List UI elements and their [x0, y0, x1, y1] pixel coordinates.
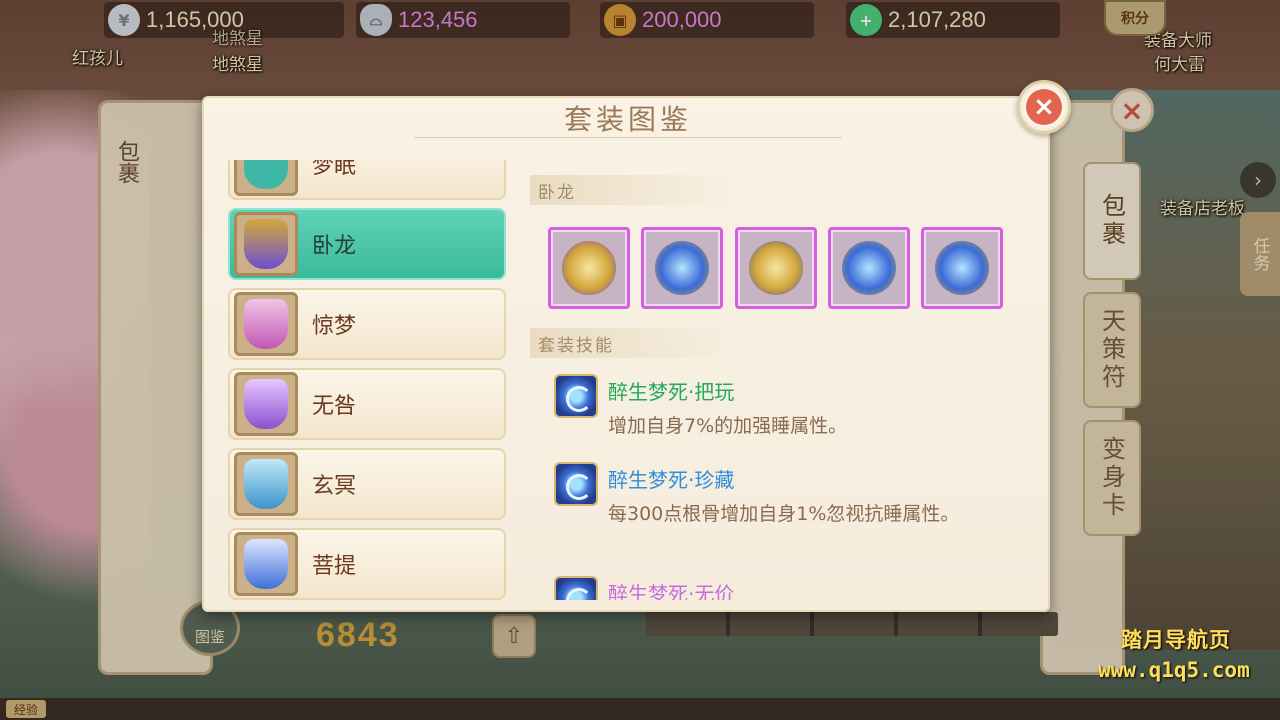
equipment-piece-necklace[interactable] — [641, 227, 723, 309]
set-skills-list[interactable]: 醉生梦死·把玩 增加自身7%的加强睡属性。 醉生梦死·珍藏 每300点根骨增加自… — [544, 368, 1014, 600]
set-thumbnail — [234, 292, 298, 356]
armor-icon — [244, 379, 288, 429]
set-thumbnail — [234, 372, 298, 436]
watermark-title: 踏月导航页 — [1121, 628, 1231, 652]
close-modal-button[interactable]: × — [1017, 80, 1071, 134]
set-list[interactable]: 梦眠 卧龙 惊梦 无咎 玄冥 菩提 — [226, 160, 508, 600]
set-item-wolong[interactable]: 卧龙 — [228, 208, 506, 280]
equipment-piece-armor[interactable] — [735, 227, 817, 309]
set-thumbnail — [234, 160, 298, 196]
equipment-piece-boots[interactable] — [921, 227, 1003, 309]
skills-heading: 套装技能 — [530, 328, 740, 358]
close-icon: × — [1026, 89, 1062, 125]
armor-icon — [244, 160, 288, 189]
set-item-label: 梦眠 — [312, 160, 357, 179]
set-thumbnail — [234, 212, 298, 276]
swirl-icon — [554, 374, 598, 418]
armor-icon — [244, 219, 288, 269]
skill-description: 每300点根骨增加自身1%忽视抗睡属性。 — [608, 503, 960, 525]
swirl-icon — [554, 576, 598, 600]
set-item-label: 无咎 — [312, 394, 357, 419]
set-thumbnail — [234, 532, 298, 596]
modal-title-band: 套装图鉴 — [414, 98, 842, 138]
set-item-label: 玄冥 — [312, 474, 357, 499]
set-thumbnail — [234, 452, 298, 516]
skill-name: 醉生梦死·无价 — [608, 582, 735, 600]
boots-icon — [935, 241, 989, 295]
swirl-icon — [554, 462, 598, 506]
set-item-jingmeng[interactable]: 惊梦 — [228, 288, 506, 360]
set-item-xuanming[interactable]: 玄冥 — [228, 448, 506, 520]
set-item-wujiu[interactable]: 无咎 — [228, 368, 506, 440]
armor-icon — [244, 459, 288, 509]
equipment-piece-belt[interactable] — [828, 227, 910, 309]
armor-piece-icon — [749, 241, 803, 295]
skill-name: 醉生梦死·把玩 — [608, 380, 735, 404]
set-atlas-modal: 套装图鉴 梦眠 卧龙 惊梦 无咎 玄冥 菩提 卧龙 套装技能 醉生梦死·把玩 增… — [202, 96, 1050, 612]
set-item-label: 菩提 — [312, 554, 357, 579]
set-item-puti[interactable]: 菩提 — [228, 528, 506, 600]
armor-icon — [244, 539, 288, 589]
modal-title: 套装图鉴 — [563, 102, 692, 136]
armor-icon — [244, 299, 288, 349]
pieces-heading: 卧龙 — [530, 175, 740, 205]
helmet-icon — [562, 241, 616, 295]
set-item-label: 卧龙 — [312, 234, 357, 259]
belt-icon — [842, 241, 896, 295]
skill-description: 增加自身7%的加强睡属性。 — [608, 415, 848, 437]
equipment-piece-helmet[interactable] — [548, 227, 630, 309]
set-item-label: 惊梦 — [312, 314, 357, 339]
watermark-url: www.q1q5.com — [1098, 658, 1250, 682]
skill-name: 醉生梦死·珍藏 — [608, 468, 735, 492]
necklace-icon — [655, 241, 709, 295]
set-item-mengmian[interactable]: 梦眠 — [228, 160, 506, 200]
